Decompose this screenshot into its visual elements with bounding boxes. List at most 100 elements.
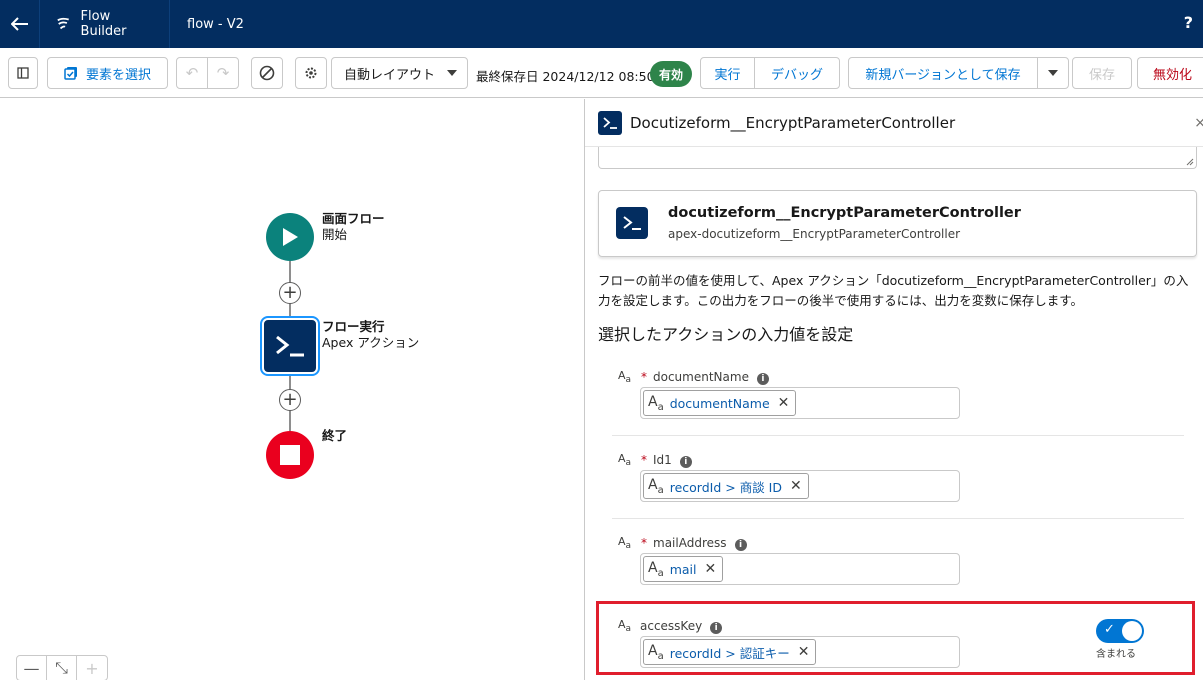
text-type-icon: Aa <box>618 535 632 552</box>
settings-button[interactable] <box>295 57 327 89</box>
gear-icon <box>305 67 317 79</box>
text-type-icon: Aa <box>648 476 664 496</box>
last-saved-text: 最終保存日 2024/12/12 08:50 <box>476 69 655 84</box>
check-icon: ✓ <box>1104 622 1115 637</box>
save-button[interactable]: 保存 <box>1072 57 1132 89</box>
save-as-new-version-button[interactable]: 新規バージョンとして保存 <box>848 57 1038 89</box>
chevron-down-icon <box>1048 70 1058 76</box>
plus-icon: + <box>282 389 298 410</box>
debug-button[interactable]: デバッグ <box>754 57 840 89</box>
start-node[interactable] <box>266 213 314 261</box>
add-element-button[interactable]: + <box>279 389 301 411</box>
apex-action-node-title: フロー実行 <box>322 319 385 334</box>
panel-toggle-icon <box>17 67 29 79</box>
zoom-controls: — ⤡ + <box>16 655 108 680</box>
text-type-icon: Aa <box>618 452 632 469</box>
run-label: 実行 <box>714 67 741 83</box>
flow-name: flow - V2 <box>187 16 244 32</box>
field-label: * documentName i <box>641 370 769 385</box>
resource-pill[interactable]: Aa documentName ✕ <box>643 390 797 416</box>
back-arrow-icon[interactable] <box>0 0 40 48</box>
zoom-out-button[interactable]: — <box>17 656 47 680</box>
id1-input[interactable]: Aa recordId > 商談 ID ✕ <box>640 470 960 502</box>
app-launcher[interactable]: Flow Builder <box>40 0 170 48</box>
fit-view-button[interactable]: ⤡ <box>47 656 77 680</box>
app-name: Flow Builder <box>80 9 127 39</box>
zoom-in-button[interactable]: + <box>77 656 107 680</box>
debug-label: デバッグ <box>770 67 823 83</box>
flow-builder-logo-icon <box>57 17 69 30</box>
panel-header: Docutizeform__EncryptParameterController… <box>585 99 1203 147</box>
remove-icon[interactable]: ✕ <box>705 561 717 577</box>
resize-handle-icon <box>1186 158 1194 166</box>
info-icon[interactable]: i <box>756 373 769 385</box>
action-card-subtitle: apex-docutizeform__EncryptParameterContr… <box>668 227 961 241</box>
info-icon[interactable]: i <box>679 456 692 468</box>
section-title: 選択したアクションの入力値を設定 <box>598 325 854 344</box>
apex-icon <box>598 110 622 135</box>
resource-pill[interactable]: Aa recordId > 商談 ID ✕ <box>643 473 809 499</box>
save-label: 保存 <box>1088 67 1115 83</box>
undo-icon: ↶ <box>185 64 199 82</box>
resource-pill[interactable]: Aa mail ✕ <box>643 556 724 582</box>
select-icon <box>64 67 77 80</box>
text-type-icon: Aa <box>618 369 632 386</box>
panel-title: Docutizeform__EncryptParameterController <box>630 113 956 132</box>
chevron-down-icon <box>447 70 457 76</box>
panel-description: フローの前半の値を使用して、Apex アクション「docutizeform__E… <box>598 273 1189 308</box>
start-node-subtitle: 開始 <box>322 227 348 242</box>
pill-value: documentName <box>669 395 770 411</box>
text-type-icon: Aa <box>648 393 664 413</box>
stop-icon <box>280 445 300 465</box>
errors-button[interactable] <box>251 57 283 89</box>
run-button[interactable]: 実行 <box>700 57 755 89</box>
apex-action-node-label: フロー実行 Apex アクション <box>322 319 419 351</box>
remove-icon[interactable]: ✕ <box>778 395 790 411</box>
divider <box>612 518 1184 519</box>
description-textarea[interactable] <box>598 147 1197 169</box>
action-card-title: docutizeform__EncryptParameterController <box>668 205 1021 221</box>
start-node-label: 画面フロー 開始 <box>322 211 385 243</box>
apex-action-node[interactable] <box>262 318 318 374</box>
mailaddress-input[interactable]: Aa mail ✕ <box>640 553 960 585</box>
toggle-knob <box>1122 621 1142 641</box>
block-icon <box>259 65 275 81</box>
save-menu-button[interactable] <box>1037 57 1069 89</box>
play-icon <box>283 228 298 246</box>
deactivate-button[interactable]: 無効化 <box>1137 57 1203 89</box>
action-card: docutizeform__EncryptParameterController… <box>598 190 1197 257</box>
select-elements-button[interactable]: 要素を選択 <box>47 57 168 89</box>
info-icon[interactable]: i <box>734 539 747 551</box>
deactivate-label: 無効化 <box>1153 67 1193 83</box>
include-toggle[interactable]: ✓ <box>1096 619 1144 643</box>
pill-value: mail <box>669 561 697 577</box>
redo-button[interactable]: ↷ <box>207 57 239 89</box>
toggle-toolbox-button[interactable] <box>8 57 38 89</box>
layout-select[interactable]: 自動レイアウト <box>331 57 468 89</box>
end-node-title: 終了 <box>322 428 348 443</box>
field-label: * Id1 i <box>641 453 692 468</box>
end-node-label: 終了 <box>322 428 347 444</box>
divider <box>612 435 1184 436</box>
start-node-title: 画面フロー <box>322 211 385 226</box>
field-label: * mailAddress i <box>641 536 747 551</box>
status-badge: 有効 <box>650 61 692 87</box>
save-as-new-version-label: 新規バージョンとして保存 <box>865 67 1021 83</box>
remove-icon[interactable]: ✕ <box>790 478 802 494</box>
layout-select-value: 自動レイアウト <box>344 67 436 83</box>
include-toggle-label: 含まれる <box>1096 649 1136 660</box>
documentname-input[interactable]: Aa documentName ✕ <box>640 387 960 419</box>
close-icon[interactable]: × <box>1194 115 1203 131</box>
plus-icon: + <box>282 282 298 303</box>
select-elements-label: 要素を選択 <box>85 67 151 83</box>
apex-action-node-subtitle: Apex アクション <box>322 335 420 350</box>
add-element-button[interactable]: + <box>279 282 301 304</box>
help-icon[interactable]: ? <box>1184 13 1193 32</box>
redo-icon: ↷ <box>216 64 230 82</box>
app-header: Flow Builder flow - V2 ? <box>0 0 1203 48</box>
undo-button[interactable]: ↶ <box>176 57 208 89</box>
apex-icon <box>276 335 304 357</box>
text-type-icon: Aa <box>648 559 664 579</box>
end-node[interactable] <box>266 431 314 479</box>
pill-value: recordId > 商談 ID <box>669 479 782 495</box>
